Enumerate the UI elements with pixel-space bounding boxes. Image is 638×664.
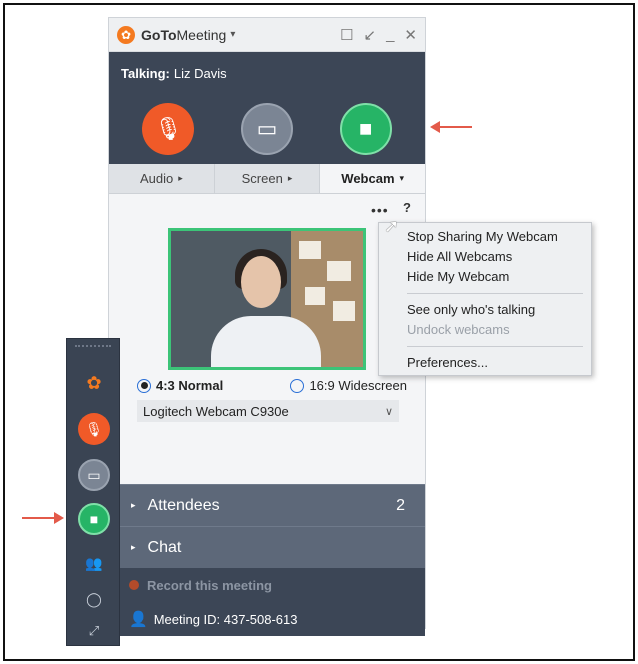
chat-section[interactable]: ▸ Chat	[109, 526, 425, 568]
mic-off-icon: 🎙	[154, 116, 183, 141]
radio-selected-icon	[137, 378, 151, 393]
compact-mic-button[interactable]: 🎙	[78, 413, 110, 445]
chevron-down-icon[interactable]: ▾	[230, 29, 235, 40]
monitor-icon: ▭	[256, 116, 278, 141]
webcam-preview	[168, 228, 366, 370]
tab-audio[interactable]: Audio ▸	[109, 164, 215, 193]
radio-unselected-icon	[290, 378, 305, 393]
tab-screen[interactable]: Screen ▸	[215, 164, 321, 193]
chat-bubble-icon[interactable]: ◯	[78, 583, 110, 615]
radio-4-3[interactable]: 4:3 Normal	[137, 378, 223, 393]
caret-right-icon: ▸	[131, 542, 136, 552]
compact-view-icon[interactable]: ↙	[364, 26, 377, 44]
brand-menu[interactable]: GoToMeeting	[141, 27, 226, 43]
webcam-button[interactable]: ■	[339, 103, 392, 155]
minimize-icon[interactable]: _	[386, 26, 394, 44]
main-controls: 🎙 ▭ ■	[109, 94, 425, 164]
chevron-down-icon: ∨	[384, 405, 393, 418]
close-icon[interactable]: ✕	[404, 26, 417, 44]
menu-item-preferences[interactable]: Preferences...	[379, 353, 591, 373]
drag-handle[interactable]	[75, 345, 111, 355]
add-person-icon[interactable]: 👤	[129, 610, 148, 628]
menu-item-stop-sharing[interactable]: Stop Sharing My Webcam	[379, 227, 591, 247]
maximize-icon[interactable]: ☐	[340, 26, 353, 44]
compact-screen-button[interactable]: ▭	[78, 459, 110, 491]
webcam-context-menu: Stop Sharing My Webcam Hide All Webcams …	[378, 222, 592, 376]
menu-item-hide-mine[interactable]: Hide My Webcam	[379, 267, 591, 287]
menu-item-undock: Undock webcams	[407, 322, 510, 337]
mouse-cursor-icon: ➚	[384, 216, 400, 236]
webcam-device-select[interactable]: Logitech Webcam C930e ∨	[137, 400, 399, 422]
menu-divider	[407, 346, 583, 347]
attendees-count: 2	[396, 496, 405, 514]
menu-divider	[407, 293, 583, 294]
compact-control-bar: ✿ 🎙 ▭ ■ 👥 ◯ ⤢	[66, 338, 120, 646]
video-camera-icon: ■	[358, 116, 373, 141]
record-icon	[129, 580, 139, 590]
meeting-id: 👤 Meeting ID: 437-508-613	[109, 602, 425, 636]
expand-icon[interactable]: ⤢	[78, 615, 110, 647]
help-button[interactable]: ?	[403, 200, 411, 215]
tab-bar: Audio ▸ Screen ▸ Webcam ▾	[109, 164, 426, 194]
aspect-ratio-options: 4:3 Normal 16:9 Widescreen	[137, 378, 407, 393]
callout-arrow-webcam	[430, 121, 472, 133]
screen-share-button[interactable]: ▭	[240, 103, 293, 155]
monitor-icon: ▭	[87, 466, 101, 483]
gotomeeting-logo-icon: ✿	[117, 25, 135, 44]
radio-16-9[interactable]: 16:9 Widescreen	[290, 378, 407, 393]
window-controls: ☐ ↙ _ ✕	[340, 26, 417, 44]
caret-right-icon: ▸	[287, 173, 293, 183]
mic-off-icon: 🎙	[85, 420, 103, 437]
people-icon[interactable]: 👥	[78, 547, 110, 579]
title-bar: ✿ GoToMeeting ▾ ☐ ↙ _ ✕	[109, 18, 425, 52]
record-meeting-button[interactable]: Record this meeting	[109, 568, 425, 602]
callout-arrow-compact	[22, 512, 64, 524]
caret-right-icon: ▸	[178, 173, 183, 183]
gotomeeting-logo-icon[interactable]: ✿	[78, 367, 110, 399]
caret-right-icon: ▸	[131, 500, 136, 510]
caret-down-icon: ▾	[399, 173, 405, 183]
tab-webcam[interactable]: Webcam ▾	[320, 164, 426, 193]
menu-item-see-talking[interactable]: See only who's talking	[379, 300, 591, 320]
video-camera-icon: ■	[89, 511, 99, 527]
attendees-section[interactable]: ▸ Attendees 2	[109, 484, 425, 526]
compact-webcam-button[interactable]: ■	[78, 503, 110, 535]
talking-indicator: Talking: Liz Davis	[109, 52, 425, 94]
mic-button[interactable]: 🎙	[142, 103, 195, 155]
menu-item-hide-all[interactable]: Hide All Webcams	[379, 247, 591, 267]
